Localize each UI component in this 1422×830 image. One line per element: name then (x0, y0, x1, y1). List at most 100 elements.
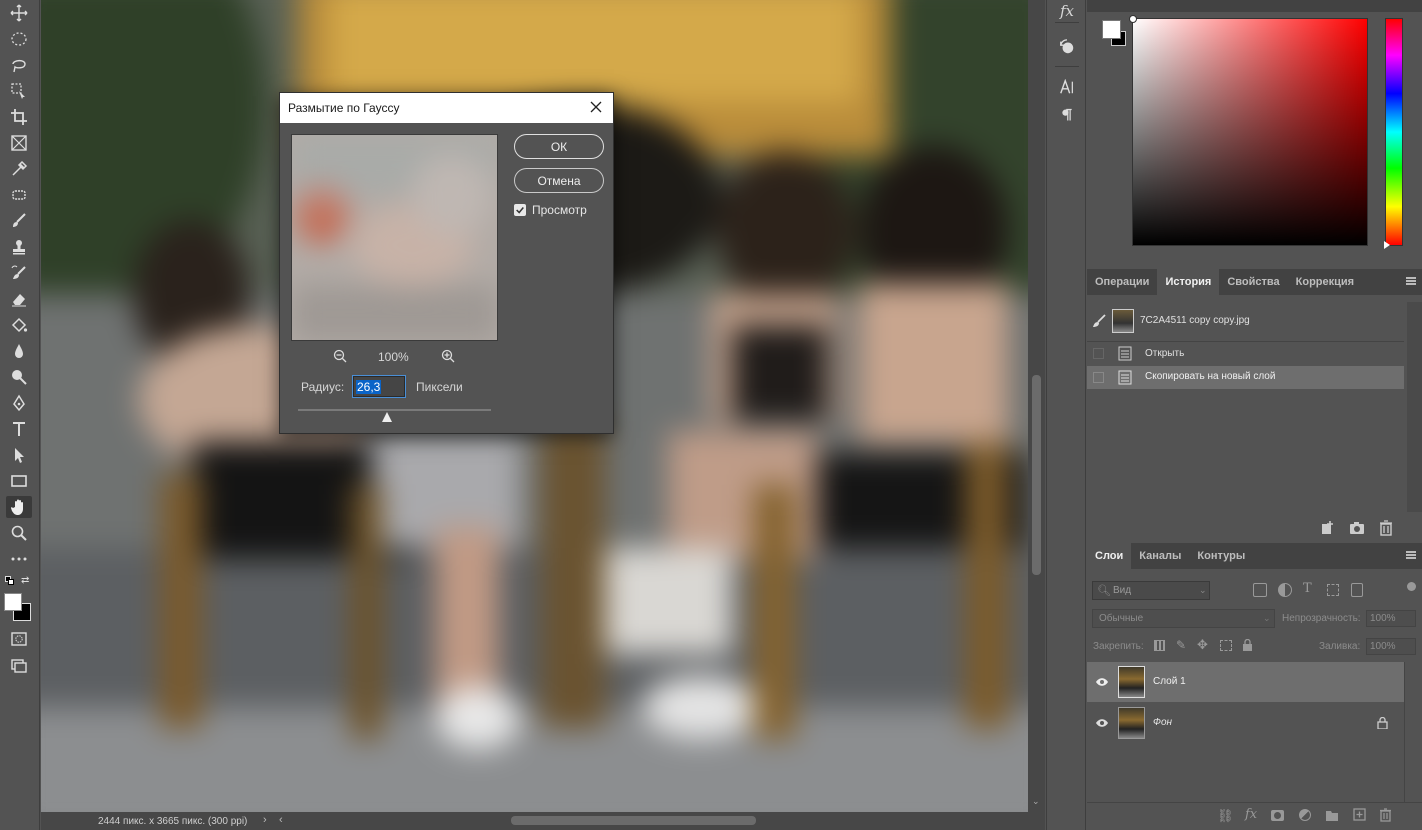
tab-actions[interactable]: Операции (1087, 269, 1157, 295)
paint-bucket-tool-icon[interactable] (6, 314, 32, 336)
eyedropper-tool-icon[interactable] (6, 158, 32, 180)
layer-row-selected[interactable]: Слой 1 (1087, 662, 1404, 702)
history-item-checkbox[interactable] (1093, 372, 1104, 383)
layer-filter-select[interactable]: 🔍︎ Вид ⌄ (1092, 581, 1210, 600)
scroll-left-arrow-icon[interactable]: ‹ (279, 814, 283, 826)
scroll-down-arrow-icon[interactable]: ⌄ (1032, 796, 1040, 807)
filter-type-icon[interactable]: T (1303, 581, 1312, 596)
history-scrollbar[interactable] (1407, 302, 1422, 512)
frame-tool-icon[interactable] (6, 132, 32, 154)
radius-slider-handle[interactable] (381, 412, 392, 422)
styles-fx-icon[interactable]: fx (1055, 0, 1079, 22)
lock-artboard-icon[interactable] (1220, 640, 1232, 651)
lock-transparent-icon[interactable] (1154, 640, 1165, 651)
delete-layer-icon[interactable] (1379, 808, 1392, 822)
hue-slider[interactable] (1384, 18, 1403, 249)
foreground-color-swatch[interactable] (4, 593, 22, 611)
history-brush-tool-icon[interactable] (6, 262, 32, 284)
history-brush-source-icon[interactable] (1091, 313, 1107, 329)
marquee-tool-icon[interactable] (6, 28, 32, 50)
zoom-out-icon[interactable] (333, 349, 347, 363)
filter-shape-icon[interactable] (1327, 584, 1339, 596)
stamp-tool-icon[interactable] (6, 236, 32, 258)
layer-row[interactable]: Фон (1087, 703, 1404, 743)
new-group-icon[interactable] (1325, 809, 1339, 821)
history-item-selected[interactable]: Скопировать на новый слой (1087, 366, 1404, 389)
preview-checkbox[interactable] (514, 204, 526, 216)
lock-pixels-icon[interactable]: ✎ (1176, 638, 1186, 652)
filter-pixel-icon[interactable] (1253, 583, 1267, 597)
brush-tool-icon[interactable] (6, 210, 32, 232)
rectangle-tool-icon[interactable] (6, 470, 32, 492)
move-tool-icon[interactable] (6, 2, 32, 24)
color-swatches[interactable] (1102, 20, 1128, 46)
vertical-scroll-thumb[interactable] (1032, 375, 1041, 575)
hue-slider-handle[interactable] (1384, 241, 1390, 249)
ok-button[interactable]: ОК (514, 134, 604, 159)
dialog-title: Размытие по Гауссу (288, 101, 400, 115)
link-layers-icon[interactable]: ⛓ (1217, 808, 1234, 824)
dodge-tool-icon[interactable] (6, 366, 32, 388)
quick-mask-icon[interactable] (6, 628, 32, 650)
healing-tool-icon[interactable] (6, 184, 32, 206)
horizontal-scroll-thumb[interactable] (511, 816, 756, 825)
new-adjustment-layer-icon[interactable] (1299, 809, 1311, 821)
eraser-tool-icon[interactable] (6, 288, 32, 310)
zoom-tool-icon[interactable] (6, 522, 32, 544)
new-snapshot-icon[interactable] (1349, 520, 1365, 536)
filter-adjustment-icon[interactable] (1278, 583, 1292, 597)
radius-input[interactable]: 26,3 (353, 376, 405, 397)
layer-style-fx-icon[interactable]: fx (1245, 807, 1257, 822)
layer-lock-icon[interactable] (1377, 716, 1388, 730)
history-item[interactable]: Открыть (1087, 342, 1404, 365)
filter-smart-object-icon[interactable] (1351, 583, 1363, 597)
vertical-scrollbar[interactable]: ⌄ (1028, 0, 1045, 812)
panel-menu-icon[interactable] (1406, 277, 1416, 285)
color-field[interactable] (1129, 15, 1368, 246)
default-colors-icon[interactable] (5, 576, 14, 585)
blur-tool-icon[interactable] (6, 340, 32, 362)
tab-properties[interactable]: Свойства (1219, 269, 1287, 295)
object-selection-tool-icon[interactable] (6, 80, 32, 102)
zoom-in-icon[interactable] (441, 349, 455, 363)
foreground-color-chip[interactable] (1102, 20, 1121, 39)
status-menu-arrow-icon[interactable]: › (263, 814, 267, 826)
lock-all-icon[interactable] (1242, 638, 1253, 651)
color-picker-marker[interactable] (1129, 15, 1137, 23)
tab-adjustments[interactable]: Коррекция (1288, 269, 1362, 295)
tab-layers[interactable]: Слои (1087, 543, 1132, 569)
tab-paths[interactable]: Контуры (1189, 543, 1253, 569)
tab-history[interactable]: История (1157, 269, 1220, 295)
fill-input[interactable]: 100% (1366, 638, 1416, 655)
path-selection-tool-icon[interactable] (6, 444, 32, 466)
character-panel-icon[interactable] (1055, 76, 1079, 98)
delete-state-icon[interactable] (1378, 520, 1394, 536)
add-mask-icon[interactable] (1271, 810, 1284, 821)
opacity-input[interactable]: 100% (1366, 610, 1416, 627)
type-tool-icon[interactable] (6, 418, 32, 440)
eye-icon[interactable] (1095, 717, 1109, 729)
eye-icon[interactable] (1095, 676, 1109, 688)
radius-slider-track[interactable] (298, 409, 491, 411)
history-snapshot[interactable]: 7C2A4511 copy copy.jpg (1087, 302, 1407, 340)
pen-tool-icon[interactable] (6, 392, 32, 414)
cancel-button[interactable]: Отмена (514, 168, 604, 193)
close-icon[interactable] (588, 99, 604, 115)
hand-tool-icon[interactable] (6, 496, 32, 518)
blend-mode-select[interactable]: Обычные ⌄ (1092, 609, 1275, 628)
more-tools-icon[interactable] (6, 548, 32, 570)
tab-channels[interactable]: Каналы (1131, 543, 1189, 569)
screen-mode-icon[interactable] (6, 654, 32, 676)
panel-menu-icon[interactable] (1406, 551, 1416, 559)
swap-colors-icon[interactable]: ⇄ (21, 575, 32, 586)
filter-toggle-icon[interactable] (1407, 582, 1416, 591)
paragraph-panel-icon[interactable] (1055, 104, 1079, 126)
history-strip-icon[interactable] (1055, 36, 1079, 58)
new-document-from-state-icon[interactable] (1319, 520, 1335, 536)
history-item-checkbox[interactable] (1093, 348, 1104, 359)
new-layer-icon[interactable] (1353, 808, 1366, 821)
crop-tool-icon[interactable] (6, 106, 32, 128)
blur-preview[interactable] (291, 134, 498, 341)
lasso-tool-icon[interactable] (6, 54, 32, 76)
lock-position-icon[interactable]: ✥ (1197, 637, 1208, 653)
